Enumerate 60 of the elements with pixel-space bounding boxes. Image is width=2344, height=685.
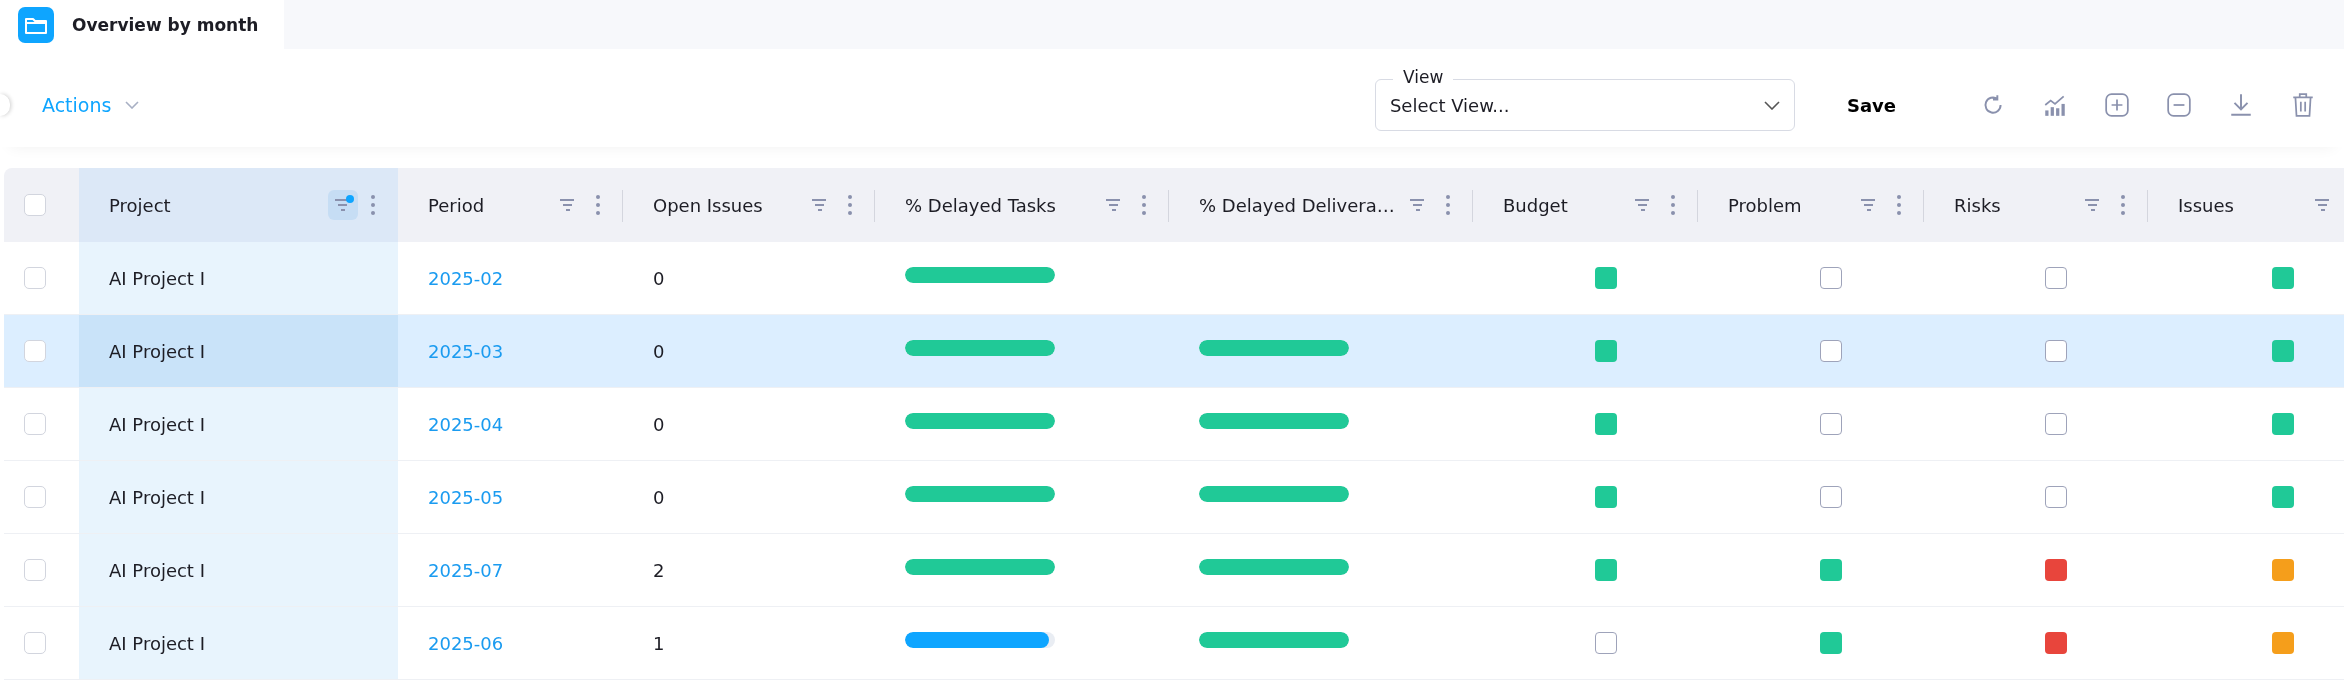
more-icon[interactable] xyxy=(2120,194,2126,216)
more-icon[interactable] xyxy=(1670,194,1676,216)
more-icon[interactable] xyxy=(1896,194,1902,216)
column-header[interactable]: Problem xyxy=(1728,194,1854,216)
more-icon[interactable] xyxy=(1445,194,1451,216)
status-indicator xyxy=(1594,632,1617,654)
trash-icon[interactable] xyxy=(2290,92,2316,118)
project-cell: AI Project I xyxy=(109,486,205,508)
column-header[interactable]: % Delayed Delivera… xyxy=(1199,194,1403,216)
table-row[interactable]: AI Project I 2025-03 0 xyxy=(4,315,2344,388)
open-issues-cell: 0 xyxy=(653,340,665,362)
project-cell: AI Project I xyxy=(109,559,205,581)
project-cell: AI Project I xyxy=(109,340,205,362)
folder-icon xyxy=(18,6,54,43)
status-indicator xyxy=(1820,340,1842,362)
minus-icon[interactable] xyxy=(2166,92,2192,118)
column-header[interactable]: Period xyxy=(428,194,553,216)
download-icon[interactable] xyxy=(2228,92,2254,118)
row-checkbox[interactable] xyxy=(24,559,46,581)
status-indicator xyxy=(1820,486,1842,508)
column-header[interactable]: Budget xyxy=(1503,194,1628,216)
open-issues-cell: 1 xyxy=(653,632,665,654)
chevron-icon xyxy=(1763,100,1780,110)
row-checkbox[interactable] xyxy=(24,267,46,289)
project-cell: AI Project I xyxy=(109,632,205,654)
more-icon[interactable] xyxy=(595,194,601,216)
collapse-handle[interactable] xyxy=(0,94,10,116)
more-icon[interactable] xyxy=(1141,194,1147,216)
status-indicator xyxy=(2045,267,2067,289)
plus-icon[interactable] xyxy=(2104,92,2130,118)
filter-icon[interactable] xyxy=(328,190,358,220)
open-issues-cell: 0 xyxy=(653,267,665,289)
more-icon[interactable] xyxy=(847,194,853,216)
status-indicator xyxy=(2045,486,2067,508)
row-checkbox[interactable] xyxy=(24,632,46,654)
column-header[interactable]: % Delayed Tasks xyxy=(905,194,1099,216)
open-issues-cell: 0 xyxy=(653,486,665,508)
status-indicator xyxy=(1820,413,1842,435)
column-header[interactable]: Risks xyxy=(1954,194,2078,216)
project-cell: AI Project I xyxy=(109,267,205,289)
select-all-checkbox[interactable] xyxy=(24,194,46,216)
table-row[interactable]: AI Project I 2025-04 0 xyxy=(4,388,2344,461)
row-checkbox[interactable] xyxy=(24,340,46,362)
row-checkbox[interactable] xyxy=(24,486,46,508)
table-row[interactable]: AI Project I 2025-07 2 xyxy=(4,534,2344,607)
table-row[interactable]: AI Project I 2025-05 0 xyxy=(4,461,2344,534)
column-header[interactable]: Open Issues xyxy=(653,194,805,216)
table-row[interactable]: AI Project I 2025-02 0 xyxy=(4,242,2344,315)
open-issues-cell: 2 xyxy=(653,559,665,581)
project-cell: AI Project I xyxy=(109,413,205,435)
table-row[interactable]: AI Project I 2025-06 1 xyxy=(4,607,2344,680)
save-button[interactable]: Save xyxy=(1836,88,1906,122)
row-checkbox[interactable] xyxy=(24,413,46,435)
status-indicator xyxy=(2045,340,2067,362)
open-issues-cell: 0 xyxy=(653,413,665,435)
column-header[interactable]: Issues xyxy=(2178,194,2308,216)
status-indicator xyxy=(1820,267,1842,289)
more-icon[interactable] xyxy=(370,194,376,216)
status-indicator xyxy=(2045,413,2067,435)
chevron-icon xyxy=(125,101,140,109)
